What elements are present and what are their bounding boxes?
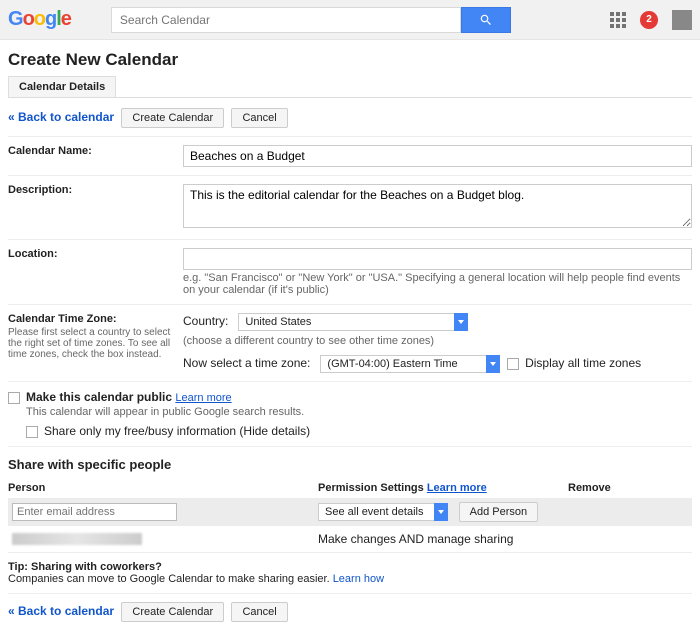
calendar-name-label: Calendar Name: [8, 145, 92, 157]
cancel-button[interactable]: Cancel [231, 108, 287, 128]
freebusy-checkbox[interactable] [26, 426, 38, 438]
notifications-badge[interactable]: 2 [640, 11, 658, 29]
back-to-calendar-link[interactable]: « Back to calendar [8, 110, 114, 124]
search-input[interactable] [111, 7, 461, 33]
chevron-down-icon [454, 313, 468, 331]
timezone-label: Calendar Time Zone: [8, 313, 117, 325]
location-help: e.g. "San Francisco" or "New York" or "U… [183, 272, 692, 296]
calendar-name-input[interactable] [183, 145, 692, 167]
country-help: (choose a different country to see other… [183, 335, 692, 347]
location-input[interactable] [183, 248, 692, 270]
column-remove: Remove [568, 482, 692, 494]
tip-title: Tip: Sharing with coworkers? [8, 561, 162, 573]
all-timezones-checkbox[interactable] [507, 358, 519, 370]
add-person-button[interactable]: Add Person [459, 502, 538, 522]
country-select[interactable]: United States [238, 313, 468, 331]
tab-calendar-details[interactable]: Calendar Details [8, 76, 116, 97]
search-button[interactable] [461, 7, 511, 33]
freebusy-label: Share only my free/busy information (Hid… [44, 424, 310, 438]
avatar[interactable] [672, 10, 692, 30]
back-to-calendar-link-bottom[interactable]: « Back to calendar [8, 604, 114, 618]
public-learn-more-link[interactable]: Learn more [175, 392, 231, 404]
all-timezones-label: Display all time zones [525, 356, 641, 370]
column-person: Person [8, 482, 318, 494]
google-logo: Google [8, 8, 71, 31]
column-permission: Permission Settings [318, 482, 424, 494]
make-public-checkbox[interactable] [8, 392, 20, 404]
email-input[interactable] [12, 503, 177, 521]
create-calendar-button[interactable]: Create Calendar [121, 108, 224, 128]
timezone-select-label: Now select a time zone: [183, 356, 310, 370]
timezone-select[interactable]: (GMT-04:00) Eastern Time [320, 355, 500, 373]
shared-user-permission: Make changes AND manage sharing [318, 532, 568, 546]
page-title: Create New Calendar [8, 50, 692, 70]
share-heading: Share with specific people [8, 446, 692, 478]
location-label: Location: [8, 248, 58, 260]
description-label: Description: [8, 184, 72, 196]
make-public-label: Make this calendar public [26, 390, 172, 404]
create-calendar-button-bottom[interactable]: Create Calendar [121, 602, 224, 622]
shared-user [12, 533, 142, 545]
tip-learn-how-link[interactable]: Learn how [333, 573, 384, 585]
cancel-button-bottom[interactable]: Cancel [231, 602, 287, 622]
chevron-down-icon [434, 503, 448, 521]
tip-text: Companies can move to Google Calendar to… [8, 573, 330, 585]
description-input[interactable] [183, 184, 692, 228]
country-label: Country: [183, 314, 228, 328]
chevron-down-icon [486, 355, 500, 373]
permission-learn-more-link[interactable]: Learn more [427, 482, 487, 494]
public-description: This calendar will appear in public Goog… [26, 406, 310, 418]
apps-icon[interactable] [610, 12, 626, 28]
timezone-hint: Please first select a country to select … [8, 327, 183, 360]
search-icon [479, 13, 493, 27]
permission-select[interactable]: See all event details [318, 503, 448, 521]
